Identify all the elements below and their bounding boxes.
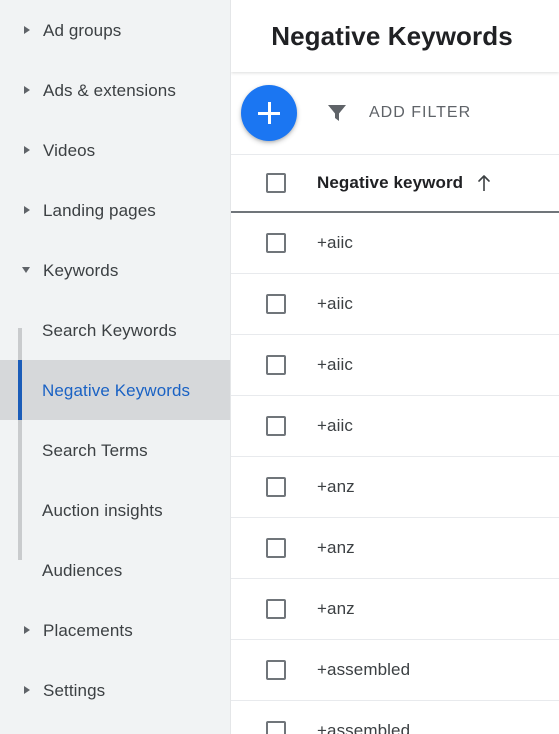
- sidebar-navigation: Campaigns Ad groups Ads & extensions Vid…: [0, 0, 230, 734]
- table-row[interactable]: +anz: [231, 579, 559, 640]
- keyword-cell: +aiic: [317, 294, 353, 313]
- row-checkbox[interactable]: [266, 599, 286, 619]
- page-title: Negative Keywords: [271, 20, 513, 51]
- sidebar-item-label: Ad groups: [43, 20, 122, 40]
- keyword-cell: +assembled: [317, 660, 411, 679]
- keyword-cell: +aiic: [317, 416, 353, 435]
- row-checkbox[interactable]: [266, 538, 286, 558]
- select-all-checkbox[interactable]: [266, 173, 286, 193]
- keyword-cell: +assembled: [317, 721, 411, 734]
- column-header-label: Negative keyword: [317, 173, 464, 192]
- keyword-cell: +anz: [317, 538, 355, 557]
- sidebar-item-label: Placements: [43, 620, 133, 640]
- sidebar-item-search-keywords[interactable]: Search Keywords: [0, 300, 230, 360]
- table-toolbar: ADD FILTER: [231, 72, 559, 154]
- caret-right-icon[interactable]: [22, 83, 36, 97]
- table-row[interactable]: +anz: [231, 457, 559, 518]
- sidebar-item-keywords[interactable]: Keywords: [0, 240, 230, 300]
- caret-right-icon[interactable]: [22, 683, 36, 697]
- row-checkbox[interactable]: [266, 477, 286, 497]
- row-checkbox[interactable]: [266, 416, 286, 436]
- app-window: Campaigns Ad groups Ads & extensions Vid…: [0, 0, 559, 734]
- sidebar-item-placements[interactable]: Placements: [0, 600, 230, 660]
- add-negative-keyword-button[interactable]: [241, 85, 297, 141]
- table-row[interactable]: +aiic: [231, 213, 559, 274]
- sidebar-item-label: Settings: [43, 680, 106, 700]
- sidebar-item-ads-extensions[interactable]: Ads & extensions: [0, 60, 230, 120]
- main-content: Negative Keywords ADD FILTER Negative ke…: [230, 0, 559, 734]
- add-filter-button[interactable]: ADD FILTER: [327, 93, 471, 133]
- sidebar-item-negative-keywords[interactable]: Negative Keywords: [0, 360, 230, 420]
- sidebar-item-label: Landing pages: [43, 200, 156, 220]
- sidebar-list: Ad groups Ads & extensions Videos Landin…: [0, 0, 230, 720]
- row-checkbox[interactable]: [266, 233, 286, 253]
- caret-right-icon[interactable]: [22, 623, 36, 637]
- row-checkbox[interactable]: [266, 660, 286, 680]
- row-checkbox[interactable]: [266, 294, 286, 314]
- sidebar-item-ad-groups[interactable]: Ad groups: [0, 0, 230, 60]
- caret-down-icon[interactable]: [22, 263, 36, 277]
- page-header: Negative Keywords: [231, 0, 559, 72]
- sidebar-item-landing-pages[interactable]: Landing pages: [0, 180, 230, 240]
- sidebar-item-label: Auction insights: [42, 500, 163, 520]
- row-checkbox[interactable]: [266, 721, 286, 734]
- sidebar-item-label: Audiences: [42, 560, 123, 580]
- arrow-up-icon[interactable]: [476, 174, 492, 192]
- negative-keywords-table: Negative keyword +aiic +aiic +aiic +aiic…: [231, 154, 559, 734]
- sidebar-item-auction-insights[interactable]: Auction insights: [0, 480, 230, 540]
- sidebar-item-videos[interactable]: Videos: [0, 120, 230, 180]
- sidebar-item-label: Search Keywords: [42, 320, 177, 340]
- caret-right-icon[interactable]: [22, 203, 36, 217]
- table-row[interactable]: +aiic: [231, 335, 559, 396]
- sidebar-item-label: Search Terms: [42, 440, 148, 460]
- plus-icon: [258, 102, 280, 124]
- sidebar-item-label: Videos: [43, 140, 96, 160]
- table-header-row: Negative keyword: [231, 154, 559, 213]
- sidebar-item-audiences[interactable]: Audiences: [0, 540, 230, 600]
- sidebar-item-label: Keywords: [43, 260, 119, 280]
- table-row[interactable]: +assembled: [231, 640, 559, 701]
- keyword-cell: +anz: [317, 599, 355, 618]
- caret-right-icon[interactable]: [22, 143, 36, 157]
- funnel-icon: [328, 105, 346, 121]
- column-header-negative-keyword[interactable]: Negative keyword: [286, 173, 492, 193]
- sidebar-item-settings[interactable]: Settings: [0, 660, 230, 720]
- keyword-cell: +anz: [317, 477, 355, 496]
- table-row[interactable]: +aiic: [231, 274, 559, 335]
- sidebar-item-label: Ads & extensions: [43, 80, 176, 100]
- table-row[interactable]: +aiic: [231, 396, 559, 457]
- table-row[interactable]: +anz: [231, 518, 559, 579]
- table-row[interactable]: +assembled: [231, 701, 559, 734]
- caret-right-icon[interactable]: [22, 23, 36, 37]
- sidebar-item-label: Negative Keywords: [42, 380, 191, 400]
- keyword-cell: +aiic: [317, 355, 353, 374]
- keyword-cell: +aiic: [317, 233, 353, 252]
- add-filter-label: ADD FILTER: [369, 104, 472, 121]
- row-checkbox[interactable]: [266, 355, 286, 375]
- sidebar-item-search-terms[interactable]: Search Terms: [0, 420, 230, 480]
